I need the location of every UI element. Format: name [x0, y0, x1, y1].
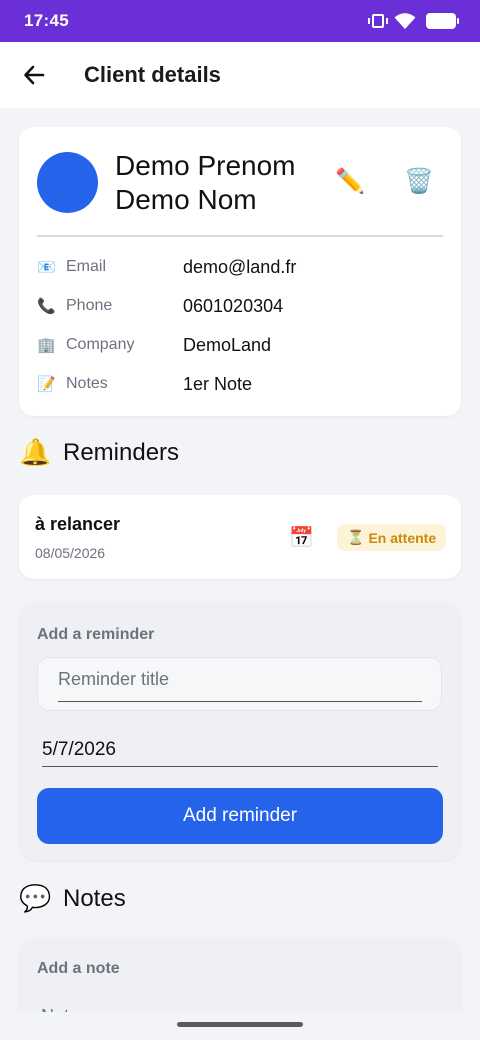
client-card: Demo Prenom Demo Nom ✏️ 🗑️ 📧 Email demo@…	[19, 127, 461, 416]
add-note-label: Add a note	[37, 960, 120, 977]
notes-label: Notes	[66, 375, 108, 392]
info-row-company: 🏢 Company DemoLand	[37, 333, 271, 357]
battery-icon	[426, 13, 459, 29]
phone-icon: 📞	[37, 298, 56, 315]
reminder-date-input[interactable]: 5/7/2026	[42, 733, 438, 767]
back-button[interactable]	[20, 61, 48, 89]
reminder-title-field	[37, 657, 442, 711]
status-time: 17:45	[24, 11, 69, 30]
reminder-date: 08/05/2026	[35, 545, 106, 561]
notes-title: Notes	[63, 884, 126, 912]
add-reminder-form: Add a reminder 5/7/2026 Add reminder	[19, 602, 461, 860]
wifi-icon	[394, 13, 416, 29]
phone-value: 0601020304	[183, 295, 284, 316]
vibrate-icon	[368, 14, 388, 28]
speech-bubble-icon: 💬	[19, 883, 52, 913]
email-icon: 📧	[37, 259, 56, 276]
arrow-left-icon	[24, 65, 45, 85]
trash-icon[interactable]: 🗑️	[404, 167, 434, 196]
email-label: Email	[66, 258, 107, 275]
divider	[37, 235, 443, 237]
reminder-title-input[interactable]	[58, 658, 422, 702]
hourglass-icon: ⏳	[347, 529, 365, 545]
status-text: En attente	[368, 529, 437, 546]
bell-icon: 🔔	[19, 437, 52, 467]
pencil-icon[interactable]: ✏️	[335, 167, 365, 196]
reminder-item[interactable]: à relancer 08/05/2026 📅 ⏳ En attente	[19, 495, 461, 579]
status-badge[interactable]: ⏳ En attente	[337, 524, 447, 551]
company-value: DemoLand	[183, 334, 272, 355]
info-row-notes: 📝 Notes 1er Note	[37, 372, 252, 396]
notes-header: 💬 Notes	[19, 883, 126, 914]
calendar-icon[interactable]: 📅	[289, 525, 314, 550]
reminder-title: à relancer	[35, 514, 121, 534]
status-icons	[368, 12, 459, 30]
add-reminder-label: Add a reminder	[37, 626, 155, 643]
company-label: Company	[66, 336, 135, 353]
reminders-header: 🔔 Reminders	[19, 437, 179, 468]
building-icon: 🏢	[37, 337, 56, 354]
status-bar: 17:45	[0, 0, 480, 42]
phone-label: Phone	[66, 297, 113, 314]
page-title: Client details	[84, 62, 221, 87]
notes-value: 1er Note	[183, 373, 253, 394]
avatar	[37, 152, 98, 213]
client-name: Demo Prenom Demo Nom	[115, 150, 296, 215]
app-bar: Client details	[0, 42, 480, 108]
info-row-email: 📧 Email demo@land.fr	[37, 255, 296, 279]
info-row-phone: 📞 Phone 0601020304	[37, 294, 283, 318]
add-reminder-button[interactable]: Add reminder	[37, 788, 443, 844]
home-indicator[interactable]	[177, 1022, 303, 1027]
memo-icon: 📝	[37, 376, 56, 393]
email-value: demo@land.fr	[183, 256, 297, 277]
reminders-title: Reminders	[63, 438, 180, 466]
